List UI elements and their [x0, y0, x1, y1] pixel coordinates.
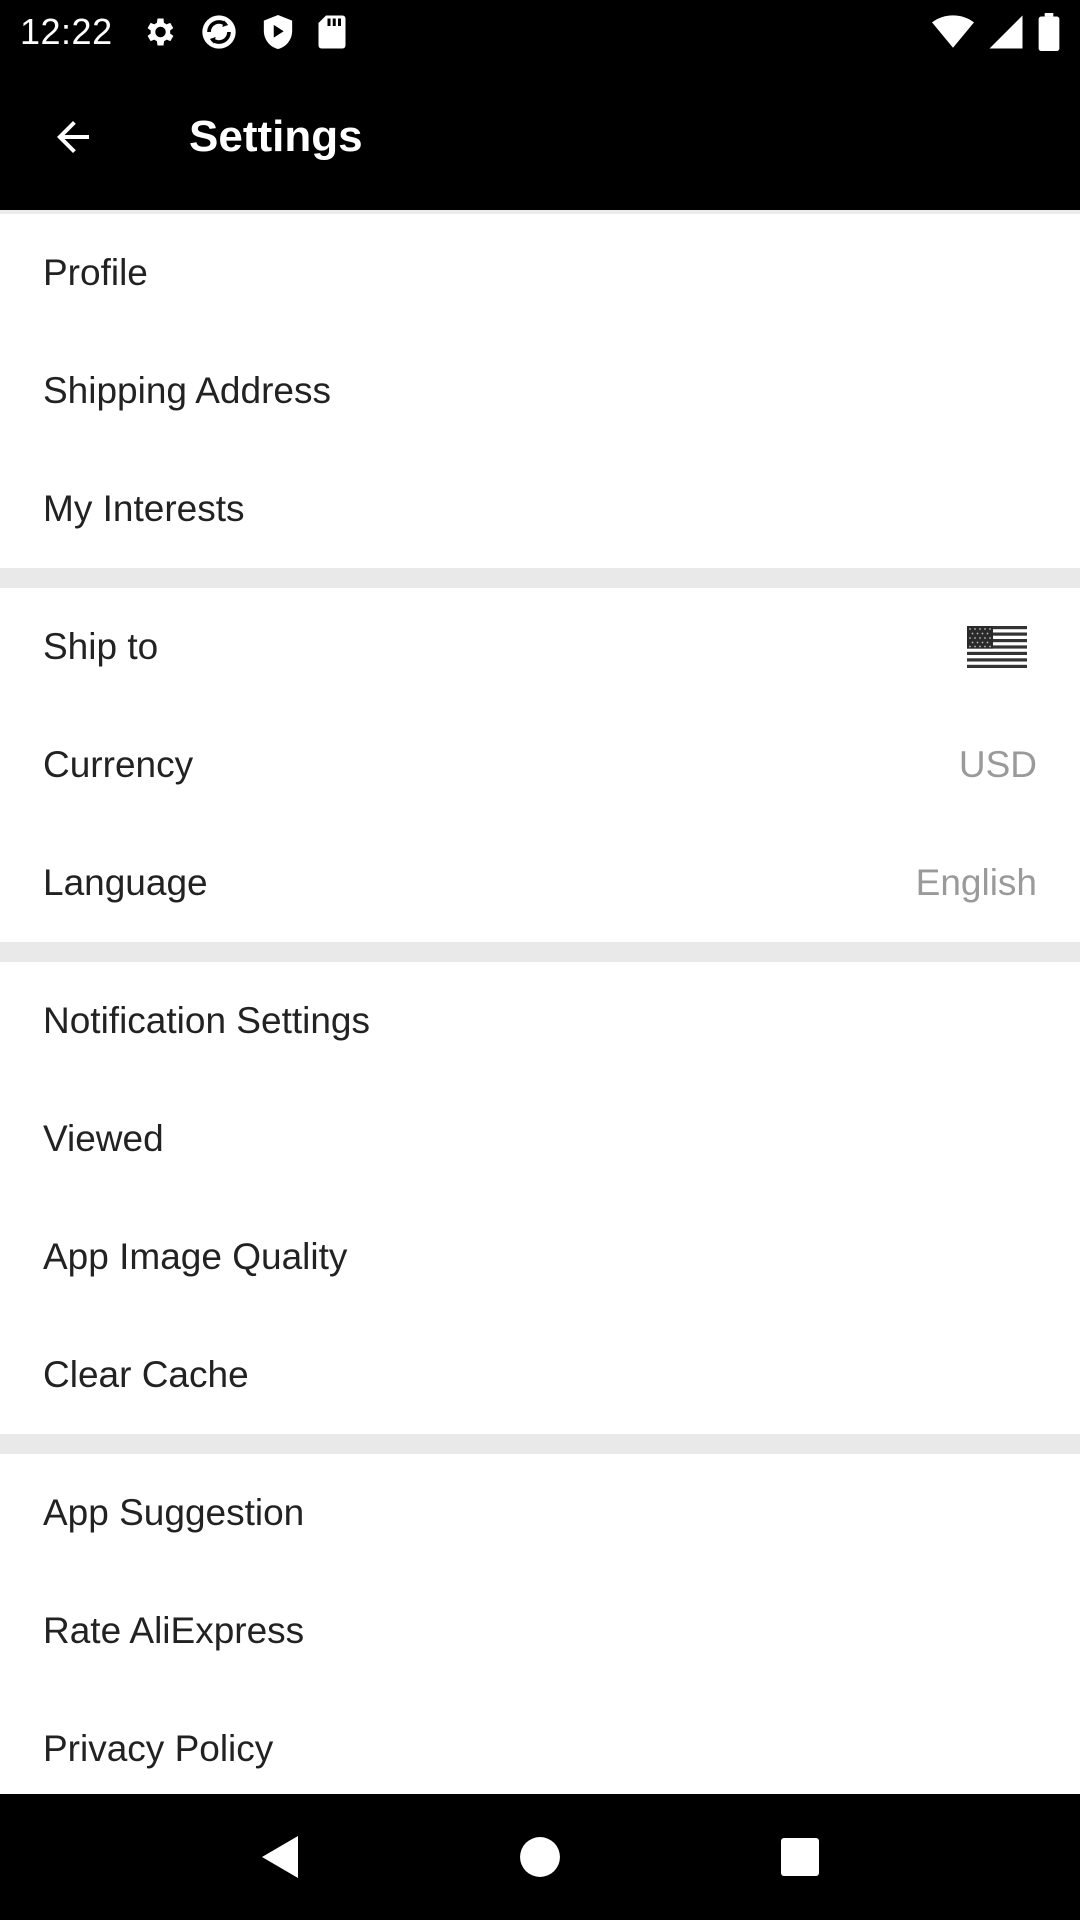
back-button[interactable]	[0, 63, 148, 210]
nav-recents-button[interactable]	[755, 1812, 845, 1902]
nav-home-button[interactable]	[495, 1812, 585, 1902]
settings-item-label: Ship to	[43, 626, 159, 667]
settings-item-label: App Suggestion	[43, 1492, 305, 1533]
settings-item-ship-to[interactable]: Ship to	[0, 588, 1080, 706]
settings-item-label: Shipping Address	[43, 370, 331, 411]
settings-item-app-image-quality[interactable]: App Image Quality	[0, 1198, 1080, 1316]
page-title: Settings	[189, 111, 363, 161]
section-divider	[0, 568, 1080, 588]
settings-item-privacy-policy[interactable]: Privacy Policy	[0, 1690, 1080, 1794]
settings-item-viewed[interactable]: Viewed	[0, 1080, 1080, 1198]
settings-item-label: Clear Cache	[43, 1354, 249, 1395]
settings-group-region: Ship to Currency USD Language English	[0, 588, 1080, 942]
settings-group-about: App Suggestion Rate AliExpress Privacy P…	[0, 1454, 1080, 1794]
wifi-icon	[932, 14, 974, 48]
language-value: English	[915, 862, 1037, 903]
section-divider	[0, 942, 1080, 962]
section-divider	[0, 1434, 1080, 1454]
settings-item-label: Viewed	[43, 1118, 164, 1159]
settings-item-app-suggestion[interactable]: App Suggestion	[0, 1454, 1080, 1572]
status-icons-right	[932, 12, 1060, 51]
status-time: 12:22	[20, 10, 113, 52]
arrow-left-icon	[57, 120, 89, 153]
settings-item-notification-settings[interactable]: Notification Settings	[0, 962, 1080, 1080]
settings-item-label: Profile	[43, 252, 148, 293]
settings-group-account: Profile Shipping Address My Interests	[0, 214, 1080, 568]
nav-back-button[interactable]	[235, 1812, 325, 1902]
settings-screen: 12:22 Settings Profile Shipping Address …	[0, 0, 1080, 1920]
status-bar: 12:22	[0, 0, 1080, 63]
settings-item-label: App Image Quality	[43, 1236, 348, 1277]
settings-item-clear-cache[interactable]: Clear Cache	[0, 1316, 1080, 1434]
battery-icon	[1038, 12, 1060, 51]
gear-icon	[147, 18, 173, 45]
settings-group-app: Notification Settings Viewed App Image Q…	[0, 962, 1080, 1434]
settings-item-label: Language	[43, 862, 208, 903]
home-circle-icon	[520, 1837, 560, 1877]
settings-item-label: Currency	[43, 744, 194, 785]
status-icons-left	[141, 12, 347, 52]
sd-card-icon	[318, 15, 346, 48]
settings-item-profile[interactable]: Profile	[0, 214, 1080, 332]
signal-icon	[989, 15, 1023, 48]
settings-item-language[interactable]: Language English	[0, 824, 1080, 942]
recents-square-icon	[781, 1838, 819, 1876]
back-triangle-icon	[262, 1836, 298, 1878]
app-bar: Settings	[0, 63, 1080, 210]
settings-item-label: Privacy Policy	[43, 1728, 274, 1769]
shield-icon	[263, 14, 292, 49]
settings-list: Profile Shipping Address My Interests Sh…	[0, 210, 1080, 1794]
system-nav-bar	[0, 1794, 1080, 1920]
settings-item-label: Notification Settings	[43, 1000, 371, 1041]
settings-item-currency[interactable]: Currency USD	[0, 706, 1080, 824]
currency-value: USD	[958, 744, 1037, 785]
settings-item-shipping-address[interactable]: Shipping Address	[0, 332, 1080, 450]
settings-item-label: My Interests	[43, 488, 245, 529]
us-flag-icon	[967, 626, 1027, 668]
settings-item-my-interests[interactable]: My Interests	[0, 450, 1080, 568]
settings-item-label: Rate AliExpress	[43, 1610, 305, 1651]
settings-item-rate-aliexpress[interactable]: Rate AliExpress	[0, 1572, 1080, 1690]
sync-icon	[201, 14, 236, 49]
